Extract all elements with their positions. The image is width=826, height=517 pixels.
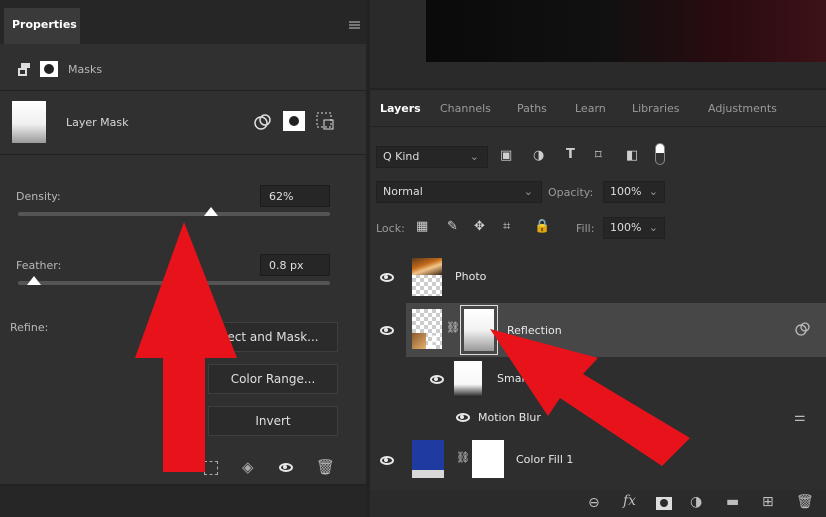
up-arrow-annotation	[135, 222, 237, 472]
diagonal-arrow-annotation	[490, 329, 690, 466]
annotation-arrows	[135, 222, 690, 472]
